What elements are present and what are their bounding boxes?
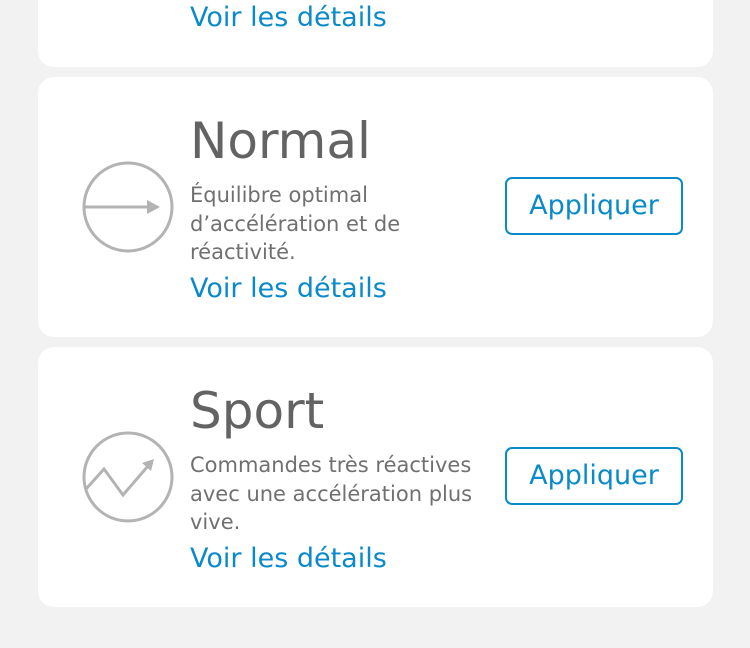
normal-mode-card: Normal Équilibre optimal d’accélération … [38,77,713,337]
normal-mode-title: Normal [190,112,371,170]
normal-mode-description: Équilibre optimal d’accélération et de r… [190,183,401,264]
normal-mode-details-link[interactable]: Voir les détails [190,271,387,307]
sport-mode-details-link[interactable]: Voir les détails [190,541,387,577]
zigzag-arrow-circle-icon [82,431,174,523]
sport-mode-description: Commandes très réactives avec une accélé… [190,453,473,534]
normal-apply-button[interactable]: Appliquer [505,177,683,235]
previous-mode-card: Voir les détails [38,0,713,67]
sport-mode-card: Sport Commandes très réactives avec une … [38,347,713,607]
sport-apply-button[interactable]: Appliquer [505,447,683,505]
arrow-right-circle-icon [82,161,174,253]
sport-mode-title: Sport [190,382,325,440]
previous-mode-details-link[interactable]: Voir les détails [190,0,387,36]
